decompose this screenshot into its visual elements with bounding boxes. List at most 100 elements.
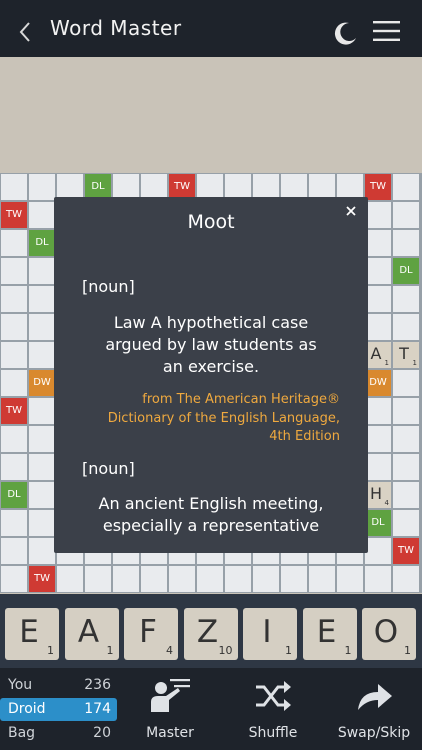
board-cell[interactable]: [281, 566, 307, 592]
board-cell-dl[interactable]: DL: [1, 482, 27, 508]
shuffle-button[interactable]: Shuffle: [236, 668, 310, 750]
close-icon[interactable]: [343, 203, 359, 219]
board-cell[interactable]: [393, 482, 419, 508]
board-cell-dl[interactable]: DL: [393, 258, 419, 284]
back-chevron-icon[interactable]: [14, 18, 36, 46]
board-cell-tw[interactable]: TW: [1, 398, 27, 424]
board-cell[interactable]: [85, 566, 111, 592]
board-cell[interactable]: [393, 510, 419, 536]
board-cell-tw[interactable]: TW: [393, 538, 419, 564]
board-cell[interactable]: [57, 566, 83, 592]
board-cell[interactable]: [1, 286, 27, 312]
board-cell[interactable]: [393, 174, 419, 200]
board-cell[interactable]: [113, 566, 139, 592]
board-cell[interactable]: [309, 566, 335, 592]
teacher-icon: [151, 679, 190, 712]
board-cell[interactable]: [393, 566, 419, 592]
board-cell[interactable]: [1, 454, 27, 480]
board-cell[interactable]: [29, 454, 55, 480]
board-cell-dw[interactable]: DW: [365, 370, 391, 396]
board-cell[interactable]: [365, 314, 391, 340]
board-cell[interactable]: [365, 286, 391, 312]
board-cell[interactable]: [1, 370, 27, 396]
rack-tile[interactable]: E1: [5, 608, 59, 660]
rack-tile[interactable]: A1: [64, 608, 119, 660]
board-cell[interactable]: [1, 314, 27, 340]
board-cell[interactable]: [29, 286, 55, 312]
board-cell-dl[interactable]: DL: [29, 230, 55, 256]
definition-line: An ancient English meeting,: [98, 494, 324, 513]
board-cell-dw[interactable]: DW: [29, 370, 55, 396]
board-cell[interactable]: [141, 566, 167, 592]
board-cell[interactable]: [1, 426, 27, 452]
board-cell[interactable]: [393, 398, 419, 424]
board-cell[interactable]: [337, 566, 363, 592]
board-cell-dl[interactable]: DL: [365, 510, 391, 536]
board-cell[interactable]: [1, 566, 27, 592]
board-cell[interactable]: [365, 258, 391, 284]
shuffle-icon: [256, 681, 291, 711]
board-cell[interactable]: [29, 398, 55, 424]
board-cell[interactable]: [29, 258, 55, 284]
board-cell[interactable]: [1, 510, 27, 536]
board-cell[interactable]: [393, 286, 419, 312]
board-cell-tw[interactable]: TW: [1, 202, 27, 228]
board-cell[interactable]: [29, 426, 55, 452]
rack-tile[interactable]: Z 10: [183, 608, 238, 660]
board-cell[interactable]: [365, 566, 391, 592]
board-cell[interactable]: [365, 454, 391, 480]
board-cell[interactable]: [29, 202, 55, 228]
swap-skip-button[interactable]: Swap/Skip: [330, 668, 418, 750]
moon-icon[interactable]: [332, 20, 358, 46]
board-cell[interactable]: [365, 398, 391, 424]
tile-letter: I: [262, 614, 272, 650]
board-cell[interactable]: [29, 174, 55, 200]
board-cell[interactable]: [29, 482, 55, 508]
board-cell[interactable]: [393, 230, 419, 256]
board-cell[interactable]: [1, 538, 27, 564]
board-cell[interactable]: [225, 566, 251, 592]
board-cell[interactable]: [29, 342, 55, 368]
source-line: Dictionary of the English Language,: [107, 411, 340, 426]
board-cell[interactable]: [393, 314, 419, 340]
part-of-speech: [noun]: [82, 277, 135, 296]
board-cell[interactable]: [1, 342, 27, 368]
rack-tile[interactable]: F4: [124, 608, 178, 660]
board-cell[interactable]: [1, 230, 27, 256]
board-cell[interactable]: [365, 230, 391, 256]
board-cell-tw[interactable]: TW: [29, 566, 55, 592]
master-button[interactable]: Master: [132, 668, 208, 750]
definition-line: an exercise.: [162, 357, 260, 376]
board-cell[interactable]: [393, 370, 419, 396]
board-cell[interactable]: [365, 202, 391, 228]
definition-word: Moot: [187, 211, 235, 233]
hamburger-menu-icon[interactable]: [373, 20, 400, 42]
shuffle-label: Shuffle: [248, 725, 298, 741]
board-cell[interactable]: [393, 202, 419, 228]
tile-score: 1: [404, 644, 411, 657]
board-cell[interactable]: [365, 426, 391, 452]
bonus-label: DL: [7, 489, 21, 500]
board-cell[interactable]: [169, 566, 195, 592]
board-cell[interactable]: [29, 314, 55, 340]
board-cell[interactable]: [365, 538, 391, 564]
board-cell[interactable]: [1, 258, 27, 284]
bonus-label: TW: [398, 545, 414, 556]
tile-letter: E: [316, 614, 337, 650]
board-cell[interactable]: [1, 174, 27, 200]
player-name: Droid: [8, 701, 46, 717]
rack-tile[interactable]: O1: [362, 608, 416, 660]
tile-score: 4: [384, 499, 389, 507]
rack-tile[interactable]: I1: [243, 608, 297, 660]
bonus-label: DW: [33, 377, 51, 388]
rack-tile[interactable]: E1: [302, 608, 357, 660]
board-cell[interactable]: [197, 566, 223, 592]
board-cell-tw[interactable]: TW: [365, 174, 391, 200]
bonus-label: TW: [6, 405, 22, 416]
board-cell[interactable]: [29, 510, 55, 536]
bonus-label: TW: [370, 181, 386, 192]
board-cell[interactable]: [253, 566, 279, 592]
board-cell[interactable]: [393, 426, 419, 452]
board-cell[interactable]: [393, 454, 419, 480]
board-cell[interactable]: [29, 538, 55, 564]
